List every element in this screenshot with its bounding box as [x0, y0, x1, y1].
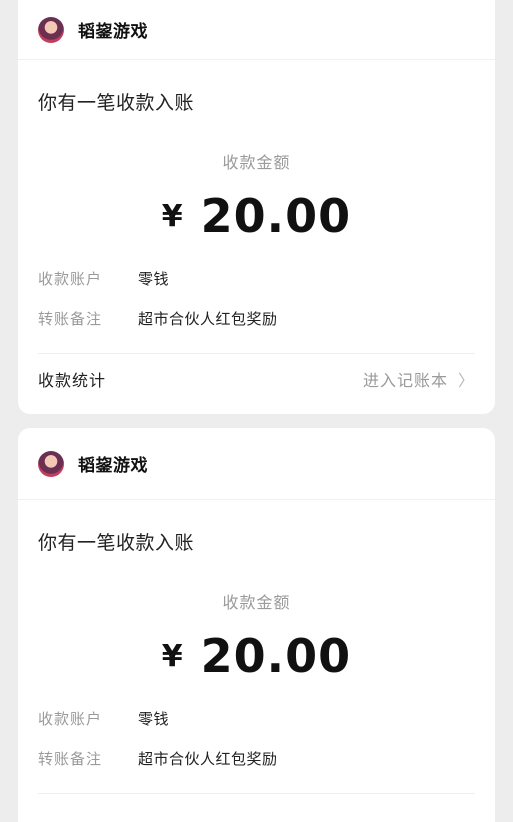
card-header[interactable]: 韬鋆游戏	[18, 0, 495, 60]
amount-value: 20.00	[200, 629, 352, 683]
field-receiving-account: 收款账户 零钱	[18, 265, 495, 291]
notification-headline: 你有一笔收款入账	[38, 92, 195, 114]
field-value: 零钱	[138, 709, 170, 728]
app-name: 韬鋆游戏	[78, 22, 148, 42]
amount-display: ¥20.00	[18, 629, 495, 683]
field-key: 收款账户	[38, 709, 103, 728]
receipt-stats-link[interactable]: 收款统计	[38, 367, 106, 391]
notification-headline: 你有一笔收款入账	[38, 532, 195, 554]
amount-label: 收款金额	[222, 593, 291, 612]
avatar-icon	[38, 16, 64, 43]
payment-received-card[interactable]: 韬鋆游戏 你有一笔收款入账 收款金额 ¥20.00 收款账户 零钱 转账备注 超…	[18, 0, 495, 414]
avatar-icon	[38, 450, 64, 477]
field-key: 转账备注	[38, 309, 103, 328]
chat-screen: 韬鋆游戏 你有一笔收款入账 收款金额 ¥20.00 收款账户 零钱 转账备注 超…	[0, 0, 513, 822]
field-key: 转账备注	[38, 749, 103, 768]
field-value: 超市合伙人红包奖励	[138, 309, 278, 328]
card-header[interactable]: 韬鋆游戏	[18, 428, 495, 500]
field-key: 收款账户	[38, 269, 103, 288]
amount-label: 收款金额	[222, 153, 291, 172]
amount-value: 20.00	[200, 189, 352, 243]
field-receiving-account: 收款账户 零钱	[18, 705, 495, 731]
app-name: 韬鋆游戏	[78, 456, 148, 476]
divider	[38, 793, 475, 794]
payment-received-card[interactable]: 韬鋆游戏 你有一笔收款入账 收款金额 ¥20.00 收款账户 零钱 转账备注 超…	[18, 428, 495, 822]
amount-display: ¥20.00	[18, 189, 495, 243]
open-ledger-link[interactable]: 进入记账本 〉	[363, 367, 475, 391]
open-ledger-label: 进入记账本	[362, 371, 448, 390]
field-transfer-note: 转账备注 超市合伙人红包奖励	[18, 305, 495, 331]
card-footer[interactable]: 收款统计 进入记账本 〉	[18, 354, 495, 404]
currency-symbol: ¥	[161, 639, 183, 674]
field-value: 超市合伙人红包奖励	[138, 749, 278, 768]
field-value: 零钱	[138, 269, 170, 288]
chevron-right-icon: 〉	[457, 371, 475, 390]
field-transfer-note: 转账备注 超市合伙人红包奖励	[18, 745, 495, 771]
currency-symbol: ¥	[161, 199, 183, 234]
